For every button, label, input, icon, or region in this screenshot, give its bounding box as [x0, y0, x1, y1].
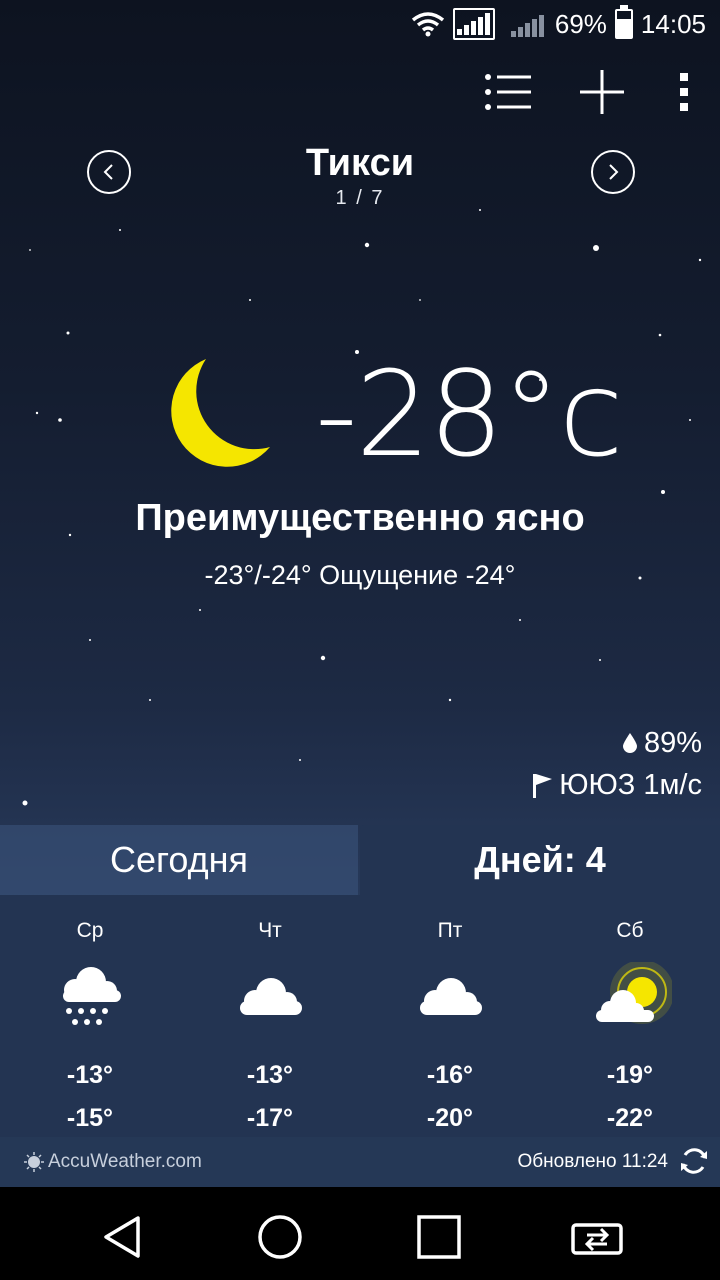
daily-forecast: Ср -13° -15° Чт -13° -17° Пт -16° -20° С…	[0, 895, 720, 1137]
sim1-signal-icon	[452, 8, 495, 40]
wind-value: ЮЮЗ 1м/с	[559, 769, 702, 801]
city-name: Тикси	[305, 142, 415, 184]
forecast-low: -15°	[66, 1104, 114, 1132]
partly-sunny-icon	[596, 962, 672, 1024]
forecast-day-1[interactable]: Чт -13° -17°	[180, 895, 360, 1133]
humidity-value: 89%	[643, 727, 702, 759]
snow-cloud-icon	[63, 967, 121, 1025]
cloud-icon	[240, 978, 302, 1015]
forecast-high: -13°	[66, 1061, 114, 1089]
refresh-button[interactable]	[678, 1145, 710, 1183]
city-page-indicator: 1 / 7	[335, 187, 385, 209]
tab-today[interactable]: Сегодня	[0, 825, 358, 895]
status-bar: 69% 14:05	[0, 0, 720, 50]
recents-square-icon	[417, 1215, 461, 1259]
navigation-bar	[0, 1187, 720, 1280]
forecast-day-2[interactable]: Пт -16° -20°	[360, 895, 540, 1133]
forecast-high: -19°	[606, 1061, 654, 1089]
home-button[interactable]	[252, 1209, 308, 1265]
recents-button[interactable]	[411, 1209, 467, 1265]
switch-sim-button[interactable]	[569, 1209, 625, 1265]
cloud-icon	[420, 978, 482, 1015]
wifi-icon	[411, 12, 444, 37]
brand-text: AccuWeather.com	[48, 1151, 202, 1172]
home-circle-icon	[258, 1215, 302, 1259]
water-drop-icon	[622, 733, 637, 753]
sim-switch-icon	[571, 1223, 623, 1255]
last-updated: Обновлено 11:24	[517, 1151, 668, 1172]
tab-days[interactable]: Дней: 4	[360, 825, 720, 895]
clock: 14:05	[640, 8, 706, 39]
weather-condition: Преимущественно ясно	[135, 497, 585, 539]
back-triangle-icon	[104, 1216, 140, 1258]
forecast-low: -22°	[606, 1104, 654, 1132]
forecast-day-name: Чт	[258, 919, 282, 942]
forecast-high: -13°	[246, 1061, 294, 1089]
accuweather-logo[interactable]: AccuWeather.com	[24, 1151, 202, 1173]
battery-percent: 69%	[554, 8, 607, 39]
city-list-button[interactable]	[484, 68, 532, 116]
refresh-icon	[681, 1148, 707, 1174]
forecast-day-name: Пт	[437, 919, 463, 942]
humidity-row: 89%	[531, 722, 702, 764]
list-icon	[485, 74, 531, 110]
sim2-signal-icon	[503, 8, 547, 40]
forecast-low: -17°	[246, 1104, 294, 1132]
flag-icon	[533, 774, 553, 798]
forecast-high: -16°	[426, 1061, 474, 1089]
temperature-range-feels-like: -23°/-24° Ощущение -24°	[204, 560, 516, 590]
more-vert-icon	[680, 73, 688, 111]
battery-icon	[614, 5, 633, 39]
current-temperature: -28°c	[315, 345, 624, 483]
forecast-day-name: Ср	[76, 919, 104, 942]
back-button[interactable]	[94, 1209, 150, 1265]
more-options-button[interactable]	[672, 68, 696, 116]
moon-icon	[171, 359, 270, 467]
forecast-day-3[interactable]: Сб -19° -22°	[540, 895, 720, 1133]
forecast-low: -20°	[426, 1104, 474, 1132]
add-city-button[interactable]	[578, 68, 626, 116]
plus-icon	[580, 70, 624, 114]
sun-logo-icon	[24, 1152, 44, 1172]
wind-row: ЮЮЗ 1м/с	[531, 764, 702, 806]
forecast-day-name: Сб	[616, 919, 644, 942]
forecast-day-0[interactable]: Ср -13° -15°	[0, 895, 180, 1133]
